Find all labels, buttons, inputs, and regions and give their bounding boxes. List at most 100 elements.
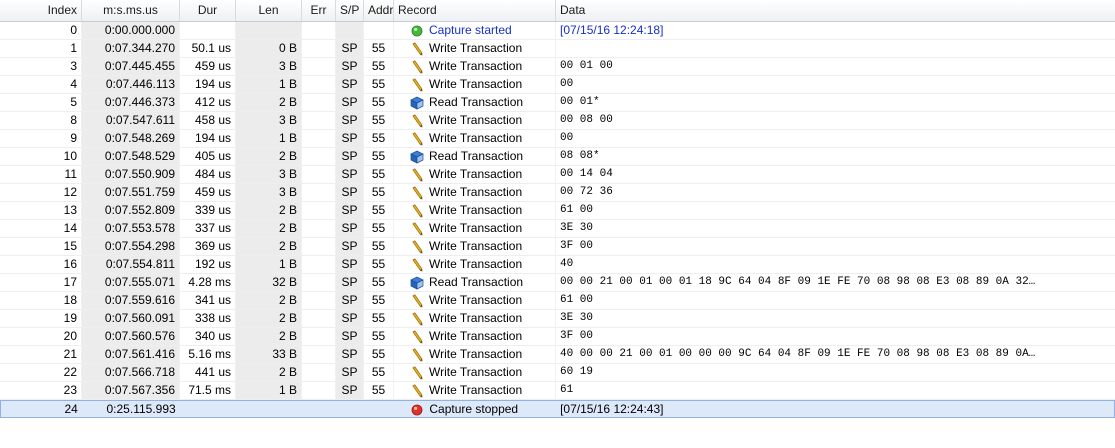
table-row[interactable]: 17 0:07.555.071 4.28 ms 32 B SP 55 Read Transa… xyxy=(0,274,1115,292)
cell-index: 8 xyxy=(0,112,82,129)
column-header-duration[interactable]: Dur xyxy=(180,0,236,21)
cell-timestamp: 0:07.548.529 xyxy=(82,148,180,165)
table-row[interactable]: 11 0:07.550.909 484 us 3 B SP 55 Write Transac… xyxy=(0,166,1115,184)
cell-data: 00 01* xyxy=(560,96,600,108)
cell-length: 1 B xyxy=(236,382,302,399)
cell-record: Write Transaction xyxy=(394,220,556,237)
cell-address: 55 xyxy=(364,130,394,147)
cell-sp: SP xyxy=(336,346,364,363)
table-row[interactable]: 8 0:07.547.611 458 us 3 B SP 55 Write Transact… xyxy=(0,112,1115,130)
cell-length: 2 B xyxy=(236,238,302,255)
cell-error xyxy=(302,40,336,57)
cell-duration xyxy=(180,22,236,39)
cell-record: Read Transaction xyxy=(394,94,556,111)
cell-sp: SP xyxy=(336,58,364,75)
cell-data: 00 01 00 xyxy=(560,60,613,72)
table-row[interactable]: 24 0:25.115.993 Capture stopped [07/15/16 1… xyxy=(0,400,1115,418)
cell-address: 55 xyxy=(364,220,394,237)
cell-address: 55 xyxy=(364,94,394,111)
pencil-icon xyxy=(410,203,424,218)
cell-timestamp: 0:07.554.811 xyxy=(82,256,180,273)
cell-duration: 338 us xyxy=(180,310,236,327)
table-row[interactable]: 15 0:07.554.298 369 us 2 B SP 55 Write Transac… xyxy=(0,238,1115,256)
table-row[interactable]: 21 0:07.561.416 5.16 ms 33 B SP 55 Write Trans… xyxy=(0,346,1115,364)
table-row[interactable]: 14 0:07.553.578 337 us 2 B SP 55 Write Transac… xyxy=(0,220,1115,238)
record-label: Write Transaction xyxy=(429,167,523,181)
cell-address: 55 xyxy=(364,364,394,381)
column-header-address[interactable]: Addr xyxy=(364,0,394,21)
table-row[interactable]: 20 0:07.560.576 340 us 2 B SP 55 Write Transac… xyxy=(0,328,1115,346)
cell-record: Capture started xyxy=(394,22,556,39)
pencil-icon xyxy=(410,77,424,92)
cell-sp: SP xyxy=(336,220,364,237)
table-row[interactable]: 3 0:07.445.455 459 us 3 B SP 55 Write Transact… xyxy=(0,58,1115,76)
table-row[interactable]: 0 0:00.000.000 Capture started [07/15/16 12… xyxy=(0,22,1115,40)
cell-index: 13 xyxy=(0,202,82,219)
table-row[interactable]: 18 0:07.559.616 341 us 2 B SP 55 Write Transac… xyxy=(0,292,1115,310)
cell-index: 4 xyxy=(0,76,82,93)
table-row[interactable]: 13 0:07.552.809 339 us 2 B SP 55 Write Transac… xyxy=(0,202,1115,220)
cell-timestamp: 0:25.115.993 xyxy=(106,402,176,416)
cell-length: 2 B xyxy=(236,328,302,345)
cell-data: 00 xyxy=(560,132,574,144)
column-header-data[interactable]: Data xyxy=(556,0,1115,21)
cell-sp: SP xyxy=(336,364,364,381)
table-row[interactable]: 10 0:07.548.529 405 us 2 B SP 55 Read Transact… xyxy=(0,148,1115,166)
cell-address: 55 xyxy=(364,256,394,273)
table-row[interactable]: 23 0:07.567.356 71.5 ms 1 B SP 55 Write Transa… xyxy=(0,382,1115,400)
table-row[interactable]: 12 0:07.551.759 459 us 3 B SP 55 Write Transac… xyxy=(0,184,1115,202)
table-row[interactable]: 16 0:07.554.811 192 us 1 B SP 55 Write Transac… xyxy=(0,256,1115,274)
column-header-error[interactable]: Err xyxy=(302,0,336,21)
cell-error xyxy=(302,130,336,147)
cell-index: 11 xyxy=(0,166,82,183)
table-row[interactable]: 1 0:07.344.270 50.1 us 0 B SP 55 Write Transac… xyxy=(0,40,1115,58)
table-row[interactable]: 4 0:07.446.113 194 us 1 B SP 55 Write Transact… xyxy=(0,76,1115,94)
cell-address: 55 xyxy=(364,310,394,327)
cell-duration: 341 us xyxy=(180,292,236,309)
cell-timestamp: 0:07.445.455 xyxy=(82,58,180,75)
cell-index: 20 xyxy=(0,328,82,345)
cell-sp xyxy=(336,22,364,39)
cell-record: Write Transaction xyxy=(394,310,556,327)
table-row[interactable]: 22 0:07.566.718 441 us 2 B SP 55 Write Transac… xyxy=(0,364,1115,382)
cell-sp: SP xyxy=(336,184,364,201)
cell-index: 24 xyxy=(64,402,78,416)
cell-record: Write Transaction xyxy=(394,58,556,75)
cell-duration: 194 us xyxy=(180,130,236,147)
cell-address: 55 xyxy=(364,112,394,129)
table-row[interactable]: 5 0:07.446.373 412 us 2 B SP 55 Read Transacti… xyxy=(0,94,1115,112)
cell-duration: 5.16 ms xyxy=(180,346,236,363)
cell-duration: 340 us xyxy=(180,328,236,345)
table-row[interactable]: 9 0:07.548.269 194 us 1 B SP 55 Write Transact… xyxy=(0,130,1115,148)
cell-duration: 412 us xyxy=(180,94,236,111)
column-header-index[interactable]: Index xyxy=(0,0,82,21)
column-header-record[interactable]: Record xyxy=(394,0,556,21)
cell-sp: SP xyxy=(336,292,364,309)
cell-sp: SP xyxy=(336,382,364,399)
column-header-sp[interactable]: S/P xyxy=(336,0,364,21)
cell-address: 55 xyxy=(364,184,394,201)
cell-duration: 441 us xyxy=(180,364,236,381)
pencil-icon xyxy=(410,383,424,398)
cell-record: Write Transaction xyxy=(394,76,556,93)
table-row[interactable]: 19 0:07.560.091 338 us 2 B SP 55 Write Transac… xyxy=(0,310,1115,328)
column-header-timestamp[interactable]: m:s.ms.us xyxy=(82,0,180,21)
cell-length: 3 B xyxy=(236,58,302,75)
cell-sp: SP xyxy=(336,130,364,147)
cell-record: Write Transaction xyxy=(394,292,556,309)
cell-length xyxy=(236,22,302,39)
cell-record: Write Transaction xyxy=(394,130,556,147)
cell-error xyxy=(302,112,336,129)
cell-record: Write Transaction xyxy=(394,202,556,219)
record-label: Write Transaction xyxy=(429,131,523,145)
cell-duration: 459 us xyxy=(180,184,236,201)
cell-timestamp: 0:07.344.270 xyxy=(82,40,180,57)
column-header-length[interactable]: Len xyxy=(236,0,302,21)
cell-index: 5 xyxy=(0,94,82,111)
cell-duration xyxy=(181,401,237,418)
record-label: Write Transaction xyxy=(429,293,523,307)
cell-duration: 339 us xyxy=(180,202,236,219)
cell-index: 17 xyxy=(0,274,82,291)
cell-data: 00 08 00 xyxy=(560,114,613,126)
cell-record: Write Transaction xyxy=(394,328,556,345)
